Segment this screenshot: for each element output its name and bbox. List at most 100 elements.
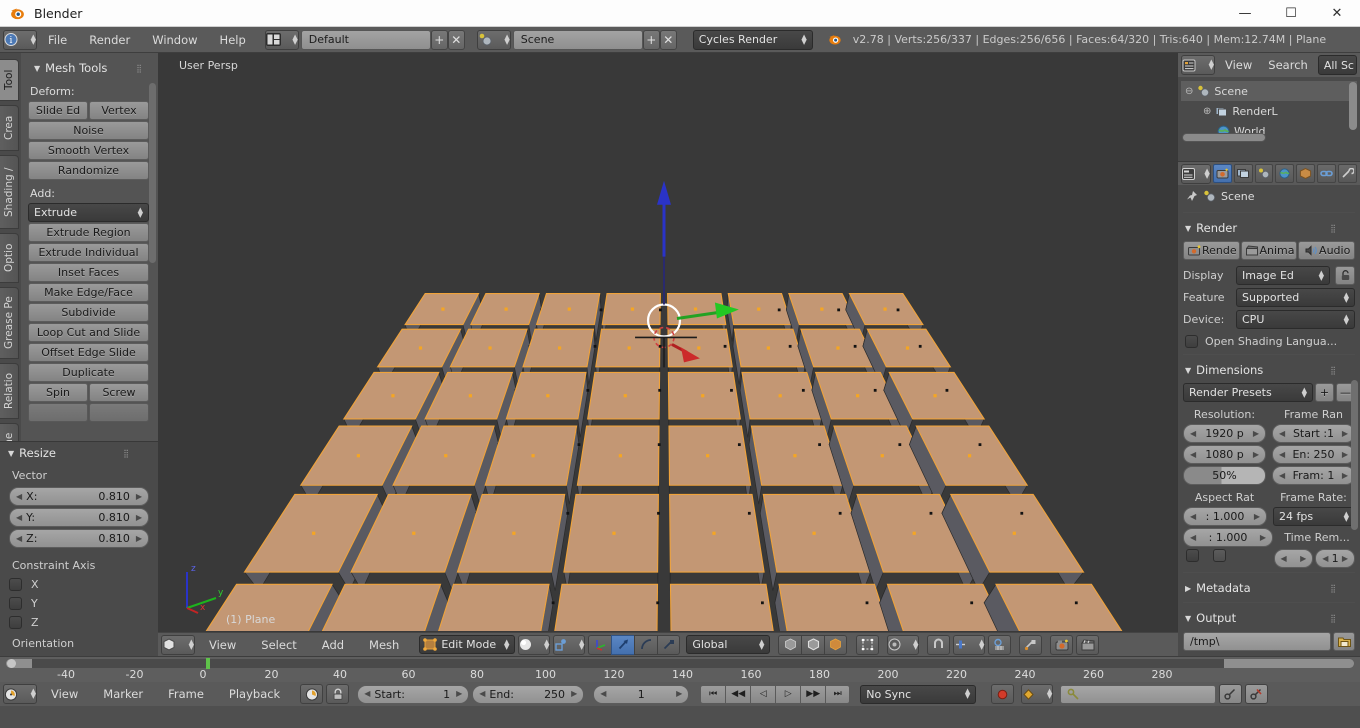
outliner-menu-view[interactable]: View <box>1219 55 1258 75</box>
time-remap-old-field[interactable]: ◀ ▶ <box>1273 549 1314 568</box>
properties-tab-object[interactable] <box>1296 164 1316 183</box>
constraint-z-checkbox[interactable] <box>9 616 22 629</box>
current-frame-field[interactable]: ◀ 1 ▶ <box>593 684 690 704</box>
increment-arrow-icon[interactable]: ▶ <box>1300 554 1306 563</box>
render-presets-dropdown[interactable]: Render Presets ▲ ▼ <box>1183 383 1313 402</box>
duplicate-button[interactable]: Duplicate <box>28 363 149 382</box>
timeline-menu-playback[interactable]: Playback <box>218 684 291 704</box>
properties-tab-render[interactable] <box>1212 164 1232 183</box>
resize-z-field[interactable]: ◀ Z: 0.810 ▶ <box>9 529 149 548</box>
display-lock-button[interactable] <box>1335 266 1355 285</box>
play-button[interactable]: ▷ <box>775 684 801 704</box>
3d-viewport[interactable]: User Persp z y x (1) Plane <box>158 53 1178 632</box>
next-frame-button[interactable]: ▶▶ <box>800 684 826 704</box>
extrude-dropdown-spinner[interactable]: ▲ ▼ <box>134 206 143 218</box>
decrement-arrow-icon[interactable]: ◀ <box>479 690 485 698</box>
viewport-shading-dropdown[interactable]: ▲ ▼ <box>518 634 551 655</box>
menu-file[interactable]: File <box>37 29 78 51</box>
time-remap-new-field[interactable]: ◀ 1 ▶ <box>1315 549 1355 568</box>
decrement-arrow-icon[interactable]: ◀ <box>1190 429 1196 438</box>
render-presets-spinner[interactable]: ▲ ▼ <box>1298 386 1307 398</box>
pivot-spinner[interactable]: ▲ ▼ <box>575 638 584 650</box>
outliner-menu-search[interactable]: Search <box>1262 55 1314 75</box>
orientation-spinner[interactable]: ▲ ▼ <box>755 638 764 650</box>
open-shading-language-checkbox[interactable] <box>1185 335 1198 348</box>
increment-arrow-icon[interactable]: ▶ <box>1260 533 1266 542</box>
increment-arrow-icon[interactable]: ▶ <box>1342 554 1348 563</box>
border-checkbox[interactable] <box>1186 549 1199 562</box>
feature-set-dropdown[interactable]: Supported ▲ ▼ <box>1236 288 1355 307</box>
viewport-editor-spinner[interactable]: ▲ ▼ <box>185 638 194 650</box>
increment-arrow-icon[interactable]: ▶ <box>136 513 142 522</box>
increment-arrow-icon[interactable]: ▶ <box>136 492 142 501</box>
editor-type-spinner[interactable]: ▲ ▼ <box>27 33 36 45</box>
translate-manipulator-icon[interactable] <box>611 634 635 655</box>
render-animation-button[interactable] <box>1076 634 1100 655</box>
snap-magnet-icon[interactable] <box>927 634 951 655</box>
minimize-button[interactable]: — <box>1222 0 1268 27</box>
timeline-ruler[interactable]: -40 -20 0 20 40 60 80 100 120 140 160 180 200 220 240 2… <box>0 656 1360 682</box>
extrude-region-button[interactable]: Extrude Region <box>28 223 149 242</box>
increment-arrow-icon[interactable]: ▶ <box>456 690 462 698</box>
resolution-y-field[interactable]: ◀ 1080 p ▶ <box>1183 445 1266 464</box>
face-select-icon[interactable] <box>824 634 848 655</box>
screw-button[interactable]: Screw <box>89 383 149 402</box>
decrement-arrow-icon[interactable]: ◀ <box>1190 450 1196 459</box>
timeline-scroll-track[interactable] <box>6 658 1354 669</box>
frame-rate-spinner[interactable]: ▲ ▼ <box>1340 510 1349 522</box>
add-scene-button[interactable]: + <box>642 29 660 50</box>
tool-shelf-scrollbar[interactable] <box>149 83 156 263</box>
outliner-display-mode[interactable]: All Sc <box>1317 55 1357 75</box>
timeline-scroll-handle[interactable] <box>32 659 1224 668</box>
proportional-edit-dropdown[interactable]: ▲ ▼ <box>887 634 920 655</box>
snap-target-icon[interactable] <box>988 634 1012 655</box>
scene-name-field[interactable]: Scene <box>512 29 643 50</box>
transform-orientation-dropdown[interactable]: Global ▲ ▼ <box>686 635 771 654</box>
edge-select-icon[interactable] <box>801 634 825 655</box>
increment-arrow-icon[interactable]: ▶ <box>1342 450 1348 459</box>
decrement-arrow-icon[interactable]: ◀ <box>16 492 22 501</box>
knife-button[interactable] <box>28 403 88 422</box>
interaction-mode-spinner[interactable]: ▲ ▼ <box>500 638 509 650</box>
end-frame-field[interactable]: ◀ End: 250 ▶ <box>472 684 585 704</box>
timeline-menu-marker[interactable]: Marker <box>92 684 154 704</box>
tool-tab-shading[interactable]: Shading / <box>0 155 19 229</box>
screen-layout-spinner[interactable]: ▲ ▼ <box>288 33 297 45</box>
increment-arrow-icon[interactable]: ▶ <box>1342 429 1348 438</box>
properties-tab-constraints[interactable] <box>1317 164 1337 183</box>
editor-type-selector[interactable]: i ▲ ▼ <box>3 29 37 50</box>
properties-tab-modifiers[interactable] <box>1338 164 1358 183</box>
offset-edge-slide-button[interactable]: Offset Edge Slide <box>28 343 149 362</box>
decrement-arrow-icon[interactable]: ◀ <box>1279 450 1285 459</box>
viewport-menu-mesh[interactable]: Mesh <box>358 635 410 655</box>
tool-tab-options[interactable]: Optio <box>0 233 19 283</box>
resize-x-field[interactable]: ◀ X: 0.810 ▶ <box>9 487 149 506</box>
decrement-arrow-icon[interactable]: ◀ <box>1279 429 1285 438</box>
outliner-editor-spinner[interactable]: ▲ ▼ <box>1205 59 1214 71</box>
screen-layout-selector[interactable]: ▲ ▼ <box>264 29 299 50</box>
mesh-tools-header[interactable]: ▼ Mesh Tools ⣿ <box>28 57 149 78</box>
extrude-individual-button[interactable]: Extrude Individual <box>28 243 149 262</box>
expander-icon[interactable]: ⊖ <box>1185 86 1193 97</box>
increment-arrow-icon[interactable]: ▶ <box>676 690 682 698</box>
metadata-panel-header[interactable]: ▶ Metadata ⣿ <box>1183 577 1355 598</box>
proportional-spinner[interactable]: ▲ ▼ <box>909 638 918 650</box>
loop-cut-button[interactable]: Loop Cut and Slide <box>28 323 149 342</box>
properties-scrollbar[interactable] <box>1351 380 1358 530</box>
timeline-menu-frame[interactable]: Frame <box>157 684 215 704</box>
viewport-menu-select[interactable]: Select <box>250 635 307 655</box>
render-engine-spinner[interactable]: ▲ ▼ <box>797 33 806 45</box>
constraint-x-checkbox[interactable] <box>9 578 22 591</box>
jump-to-end-button[interactable]: ⏭ <box>825 684 851 704</box>
menu-render[interactable]: Render <box>78 29 141 51</box>
snap-align-rotation-icon[interactable] <box>1019 634 1043 655</box>
constraint-y-checkbox[interactable] <box>9 597 22 610</box>
start-frame-field[interactable]: ◀ Start: 1 ▶ <box>357 684 470 704</box>
increment-arrow-icon[interactable]: ▶ <box>1253 450 1259 459</box>
decrement-arrow-icon[interactable]: ◀ <box>364 690 370 698</box>
resolution-percentage-slider[interactable]: 50% <box>1183 466 1266 485</box>
add-preset-button[interactable]: + <box>1315 383 1334 402</box>
decrement-arrow-icon[interactable]: ◀ <box>1190 533 1196 542</box>
viewport-editor-type[interactable]: ▲ ▼ <box>161 634 195 655</box>
device-dropdown[interactable]: CPU ▲ ▼ <box>1236 310 1355 329</box>
